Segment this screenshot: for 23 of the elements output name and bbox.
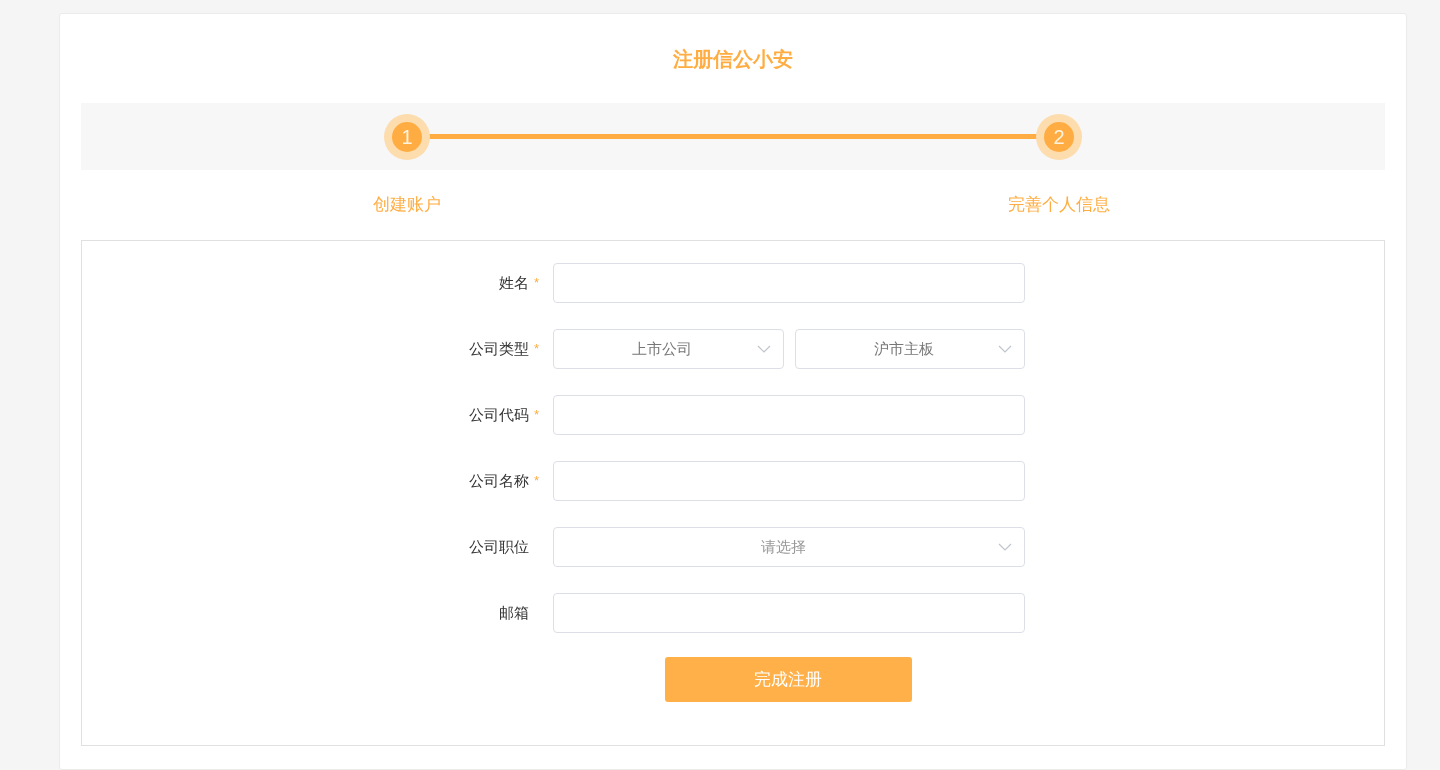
required-asterisk: * — [533, 406, 541, 425]
select-field[interactable]: 沪市主板 — [794, 329, 1025, 369]
chevron-down-icon — [756, 345, 771, 353]
step-label: 创建账户 — [373, 194, 441, 217]
field-label: 邮箱 — [499, 602, 529, 623]
field-label: 公司名称 — [469, 470, 529, 491]
step-label: 完善个人信息 — [1008, 194, 1110, 217]
required-asterisk: * — [533, 274, 541, 293]
select-field[interactable]: 上市公司 — [553, 329, 784, 369]
input-field[interactable] — [553, 263, 1025, 303]
page-title: 注册信公小安 — [672, 47, 794, 72]
field-label: 公司职位 — [469, 536, 529, 557]
input-field[interactable] — [553, 461, 1025, 501]
input-field[interactable] — [553, 593, 1025, 633]
field-label: 公司类型 — [469, 338, 529, 359]
field-label: 公司代码 — [469, 404, 529, 425]
chevron-down-icon — [998, 345, 1012, 353]
required-asterisk: * — [533, 340, 541, 359]
chevron-down-icon — [998, 543, 1012, 551]
input-field[interactable] — [553, 395, 1025, 435]
field-label: 姓名 — [499, 272, 529, 293]
required-asterisk: * — [533, 472, 541, 491]
select-field[interactable]: 请选择 — [553, 527, 1025, 567]
